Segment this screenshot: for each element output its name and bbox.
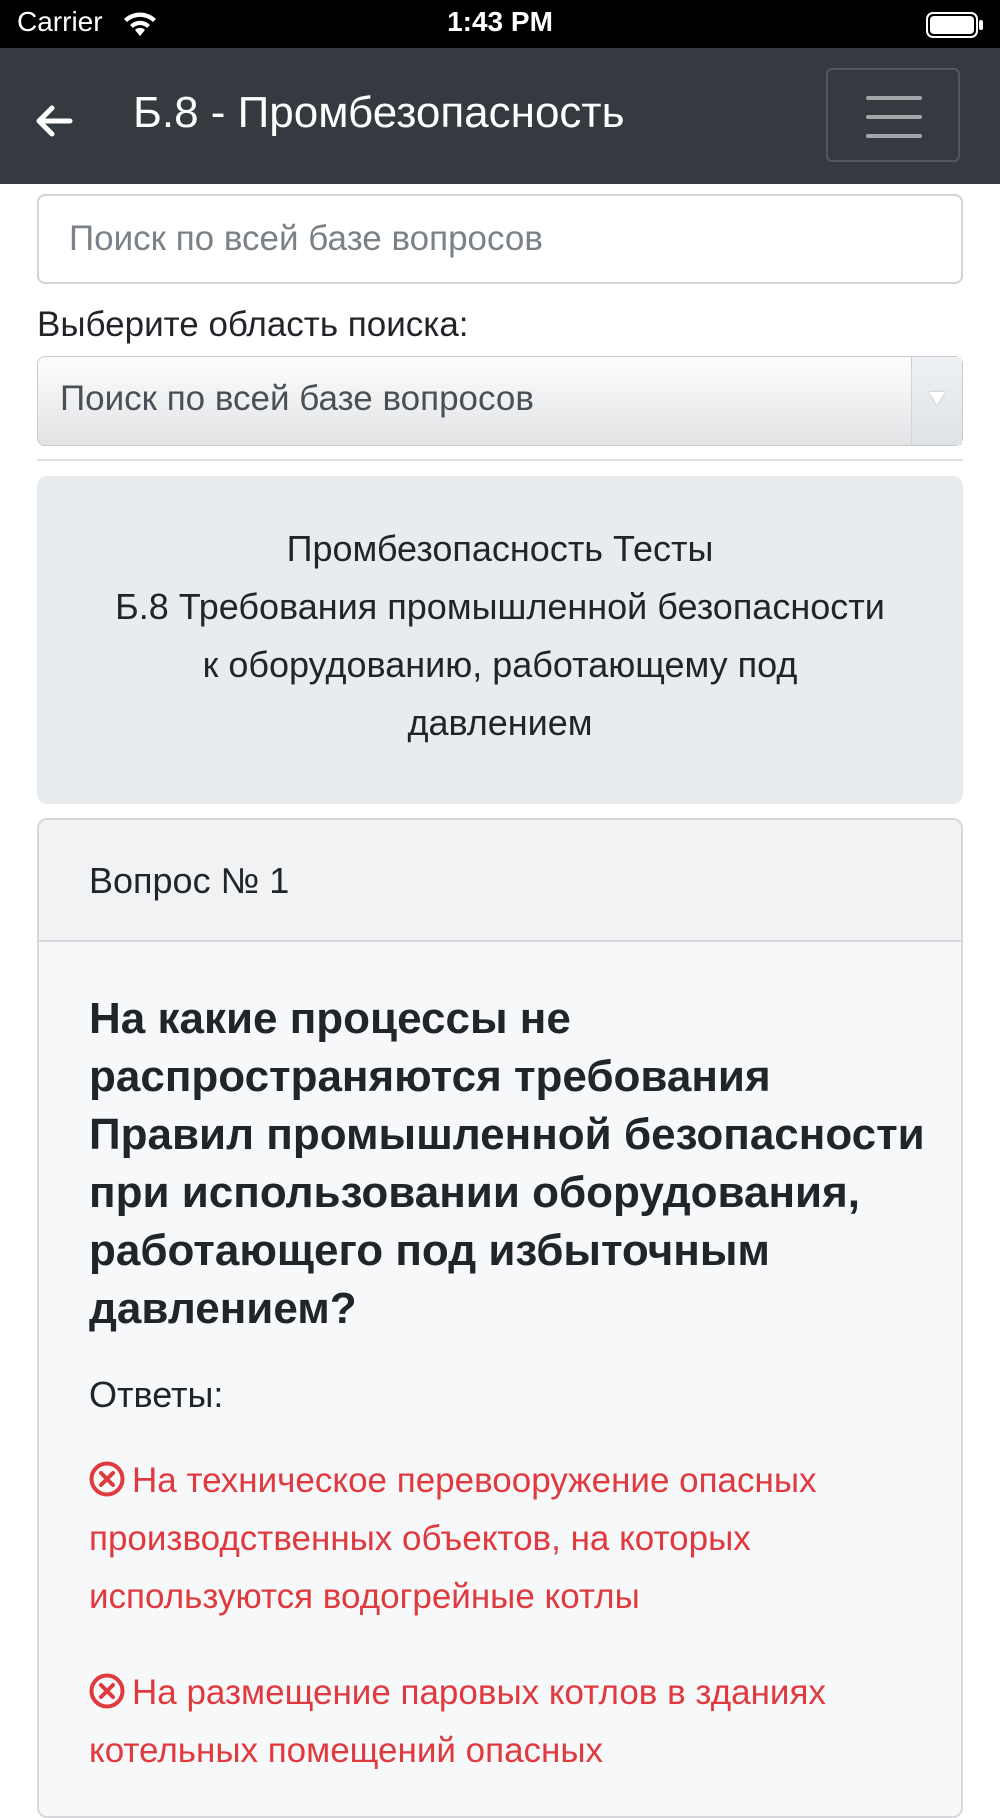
hamburger-menu-icon-bar — [866, 134, 922, 138]
navbar: Б.8 - Промбезопасность — [0, 48, 1000, 184]
hamburger-menu-button[interactable] — [826, 68, 960, 162]
answers-label: Ответы: — [89, 1374, 224, 1415]
answer-item[interactable]: На техническое перевооружение опасных пр… — [89, 1452, 939, 1626]
question-number: Вопрос № 1 — [89, 860, 290, 901]
answer-text: производственных объектов, на которых — [89, 1519, 751, 1558]
status-bar: Carrier 1:43 PM — [0, 0, 1000, 48]
status-time: 1:43 PM — [447, 6, 553, 37]
answer-text: котельных помещений опасных — [89, 1731, 604, 1770]
hamburger-menu-icon — [866, 96, 922, 100]
search-input[interactable] — [37, 194, 963, 284]
x-circle-icon — [89, 1461, 125, 1497]
test-header-line: Б.8 Требования промышленной безопасности — [115, 586, 885, 627]
search-scope-selected-value: Поиск по всей базе вопросов — [60, 379, 534, 418]
divider — [37, 459, 963, 461]
answer-text: На размещение паровых котлов в зданиях — [132, 1673, 826, 1712]
chevron-down-icon[interactable] — [911, 357, 962, 445]
answer-text: используются водогрейные котлы — [89, 1577, 640, 1616]
test-header-line: давлением — [407, 702, 593, 743]
test-header-line: к оборудованию, работающему под — [202, 644, 798, 685]
question-card: Вопрос № 1 На какие процессы не распрост… — [37, 818, 963, 1818]
back-arrow-icon[interactable] — [30, 98, 80, 144]
question-text: На какие процессы не распространяются тр… — [89, 994, 925, 1333]
test-header-card: Промбезопасность Тесты Б.8 Требования пр… — [37, 476, 963, 804]
page-title: Б.8 - Промбезопасность — [133, 88, 625, 137]
answer-text: На техническое перевооружение опасных — [132, 1461, 817, 1500]
battery-icon — [926, 12, 983, 38]
answer-item[interactable]: На размещение паровых котлов в зданиях к… — [89, 1664, 939, 1780]
test-header-line: Промбезопасность Тесты — [286, 528, 714, 569]
hamburger-menu-icon-bar — [866, 115, 922, 119]
search-scope-label: Выберите область поиска: — [37, 305, 469, 344]
x-circle-icon — [89, 1673, 125, 1709]
question-card-header: Вопрос № 1 — [39, 820, 961, 942]
search-scope-select[interactable]: Поиск по всей базе вопросов — [37, 356, 963, 446]
